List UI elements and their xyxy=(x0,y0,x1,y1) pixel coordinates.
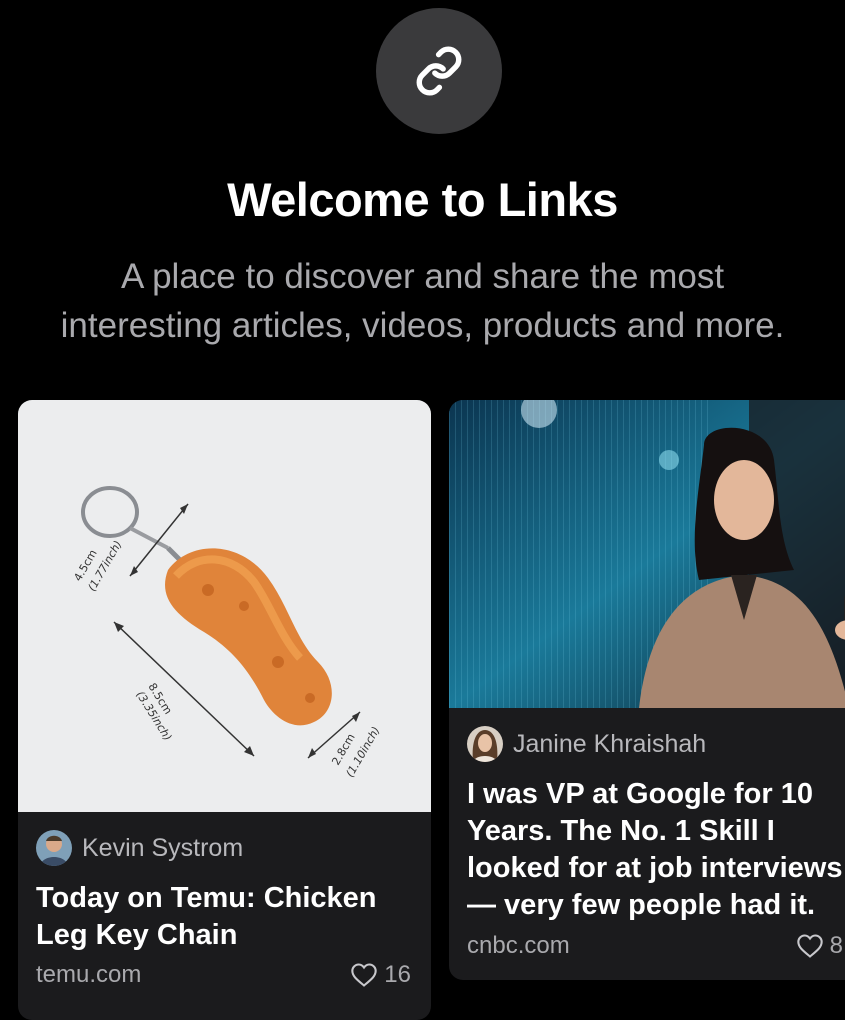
headline-line-2: Years. The No. 1 Skill I xyxy=(467,815,775,847)
source-domain[interactable]: temu.com xyxy=(36,961,141,989)
headline-line-4: — very few people had it. xyxy=(467,889,816,921)
woman-with-phone-photo[interactable] xyxy=(449,400,845,708)
avatar[interactable] xyxy=(467,726,503,762)
subtitle-line-2: interesting articles, videos, products a… xyxy=(60,306,785,345)
avatar[interactable] xyxy=(36,830,72,866)
page-subtitle: A place to discover and share the most i… xyxy=(20,252,825,350)
headline-line-1: Today on Temu: Chicken xyxy=(36,882,377,914)
headline-line-3: looked for at job interviews xyxy=(467,852,843,884)
links-badge xyxy=(376,8,502,134)
link-card-temu[interactable]: 4.5cm (1.77inch) 8.5cm (3.35inch) 2.8cm … xyxy=(18,400,431,1020)
card-footer: temu.com 16 xyxy=(36,961,411,989)
author-row[interactable]: Kevin Systrom xyxy=(36,830,413,866)
card-body: Janine Khraishah I was VP at Google for … xyxy=(467,726,845,924)
card-footer: cnbc.com 8 xyxy=(467,932,843,960)
author-row[interactable]: Janine Khraishah xyxy=(467,726,845,762)
headline[interactable]: I was VP at Google for 10 Years. The No.… xyxy=(467,776,845,924)
card-body: Kevin Systrom Today on Temu: Chicken Leg… xyxy=(36,830,413,954)
like-button[interactable]: 16 xyxy=(350,961,411,989)
chicken-leg-keychain-image[interactable]: 4.5cm (1.77inch) 8.5cm (3.35inch) 2.8cm … xyxy=(18,400,431,812)
heart-icon xyxy=(351,963,378,987)
like-count: 16 xyxy=(384,961,411,988)
subtitle-line-1: A place to discover and share the most xyxy=(120,257,725,296)
heart-icon xyxy=(796,934,823,958)
author-name[interactable]: Janine Khraishah xyxy=(513,730,706,759)
link-icon xyxy=(416,46,462,96)
page-title: Welcome to Links xyxy=(227,173,618,226)
author-name[interactable]: Kevin Systrom xyxy=(82,834,243,863)
headline-line-1: I was VP at Google for 10 xyxy=(467,778,813,810)
link-card-cnbc[interactable]: Janine Khraishah I was VP at Google for … xyxy=(449,400,845,980)
headline-line-2: Leg Key Chain xyxy=(36,919,238,951)
headline[interactable]: Today on Temu: Chicken Leg Key Chain xyxy=(36,880,413,954)
like-button[interactable]: 8 xyxy=(796,932,843,960)
source-domain[interactable]: cnbc.com xyxy=(467,932,570,960)
like-count: 8 xyxy=(829,932,843,959)
